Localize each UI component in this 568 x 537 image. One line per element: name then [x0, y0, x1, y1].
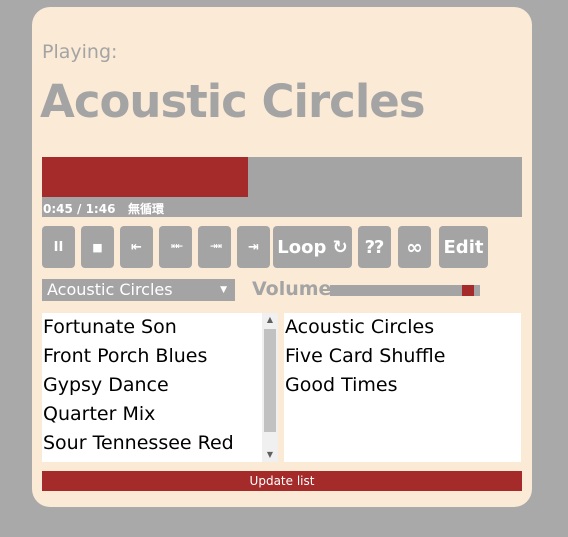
infinity-icon: ∞: [406, 235, 423, 259]
pause-button[interactable]: II: [42, 226, 75, 268]
list-item[interactable]: Five Card Shuffle: [284, 342, 521, 371]
random-button[interactable]: ⁇: [358, 226, 391, 268]
volume-label: Volume: [252, 278, 332, 300]
fast-forward-button[interactable]: ⇥⇥: [198, 226, 231, 268]
stop-icon: ■: [92, 240, 103, 254]
time-position: 0:45 / 1:46: [43, 202, 116, 216]
progress-bar[interactable]: 0:45 / 1:46 無循環: [42, 157, 522, 217]
player-card: Playing: Acoustic Circles 0:45 / 1:46 無循…: [32, 7, 532, 507]
rewind-icon: ⇤⇤: [170, 242, 183, 252]
rewind-button[interactable]: ⇤⇤: [159, 226, 192, 268]
loop-label: Loop ↻: [277, 236, 348, 258]
playing-label: Playing:: [42, 41, 118, 63]
song-title: Acoustic Circles: [40, 75, 426, 128]
list-item[interactable]: Acoustic Circles: [284, 313, 521, 342]
scroll-up-icon[interactable]: ▲: [262, 313, 278, 327]
time-display: 0:45 / 1:46 無循環: [43, 200, 164, 217]
list-item[interactable]: Good Times: [284, 371, 521, 400]
edit-button[interactable]: Edit: [439, 226, 488, 268]
stop-button[interactable]: ■: [81, 226, 114, 268]
chevron-down-icon: ▼: [220, 285, 227, 295]
infinite-button[interactable]: ∞: [398, 226, 431, 268]
playlist-items: Acoustic Circles Five Card Shuffle Good Ti…: [284, 313, 521, 400]
list-item[interactable]: Front Porch Blues: [42, 342, 278, 371]
playlist-select-value: Acoustic Circles: [47, 280, 173, 299]
random-icon: ⁇: [365, 236, 384, 258]
list-item[interactable]: Gypsy Dance: [42, 371, 278, 400]
edit-label: Edit: [443, 236, 484, 258]
next-button[interactable]: ⇥: [237, 226, 270, 268]
previous-button[interactable]: ⇤: [120, 226, 153, 268]
skip-forward-icon: ⇥: [248, 239, 259, 255]
skip-back-icon: ⇤: [131, 239, 142, 255]
volume-slider[interactable]: [330, 285, 480, 296]
list-item[interactable]: Fortunate Son: [42, 313, 278, 342]
library-list[interactable]: Fortunate Son Front Porch Blues Gypsy Danc…: [42, 313, 278, 462]
playlist-select[interactable]: Acoustic Circles ▼: [42, 279, 235, 301]
list-item[interactable]: Quarter Mix: [42, 400, 278, 429]
loop-status: 無循環: [127, 202, 164, 216]
progress-fill: [42, 157, 249, 197]
playlist-list[interactable]: Acoustic Circles Five Card Shuffle Good Ti…: [284, 313, 521, 462]
volume-slider-handle[interactable]: [462, 285, 474, 296]
fast-forward-icon: ⇥⇥: [209, 242, 222, 252]
scroll-down-icon[interactable]: ▼: [262, 448, 278, 462]
pause-icon: II: [53, 239, 64, 255]
update-list-button[interactable]: Update list: [42, 471, 522, 491]
library-scrollbar[interactable]: ▲ ▼: [262, 313, 278, 462]
scroll-thumb[interactable]: [264, 329, 276, 432]
list-item[interactable]: Sour Tennessee Red: [42, 429, 278, 458]
library-items: Fortunate Son Front Porch Blues Gypsy Danc…: [42, 313, 278, 458]
loop-button[interactable]: Loop ↻: [273, 226, 352, 268]
